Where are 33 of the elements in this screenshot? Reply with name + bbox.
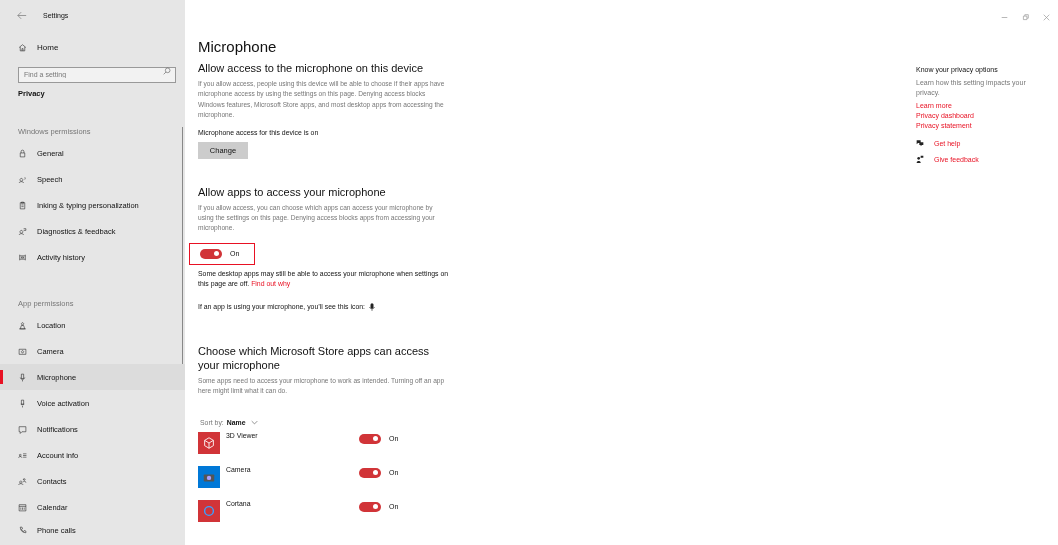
back-arrow-icon[interactable] xyxy=(17,10,27,20)
microphone-icon xyxy=(18,372,27,382)
section-heading: Allow apps to access your microphone xyxy=(198,184,387,199)
people-icon xyxy=(18,476,27,486)
timeline-icon xyxy=(18,252,27,262)
toggle-switch[interactable] xyxy=(359,501,381,512)
section-heading: Choose which Microsoft Store apps can access your microphone xyxy=(198,344,431,373)
home-nav-item[interactable]: Home xyxy=(9,34,185,60)
feedback-person-icon xyxy=(916,155,924,163)
calendar-icon xyxy=(18,502,27,512)
camera-icon xyxy=(18,346,27,356)
pin-person-icon xyxy=(18,320,27,330)
person-icon xyxy=(18,226,27,236)
speech-bubble-icon xyxy=(18,424,27,434)
person-icon xyxy=(18,174,27,184)
clipboard-icon xyxy=(18,200,27,210)
section-heading: Allow access to the microphone on this device xyxy=(198,61,424,75)
restore-icon[interactable] xyxy=(1022,14,1029,21)
home-icon xyxy=(18,42,27,52)
phone-icon xyxy=(18,525,27,535)
microphone-icon xyxy=(369,302,375,311)
page-title: Microphone xyxy=(198,38,278,55)
minimize-icon[interactable] xyxy=(1001,14,1008,21)
toggle-switch[interactable] xyxy=(200,248,222,259)
toggle-switch[interactable] xyxy=(359,433,381,444)
toggle-switch[interactable] xyxy=(359,467,381,478)
close-icon[interactable] xyxy=(1043,14,1050,21)
lock-icon xyxy=(18,148,27,158)
microphone-icon xyxy=(18,398,27,408)
chat-bubbles-icon xyxy=(916,139,924,147)
chevron-down-icon[interactable] xyxy=(250,419,258,425)
person-list-icon xyxy=(18,450,27,460)
search-icon xyxy=(163,67,171,75)
